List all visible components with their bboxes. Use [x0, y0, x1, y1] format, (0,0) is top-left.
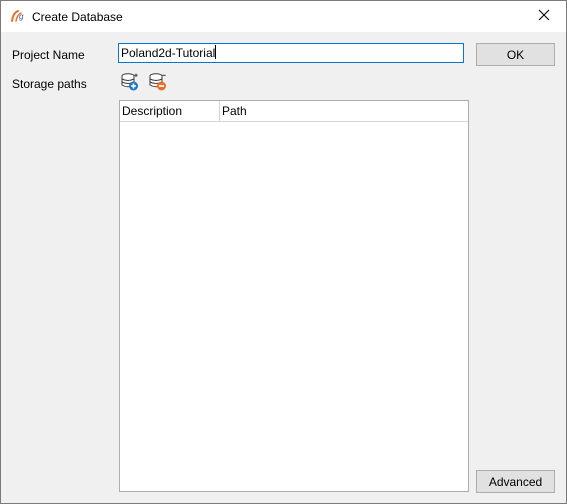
text-caret [215, 45, 217, 59]
table-header: Description Path [120, 101, 468, 122]
close-icon [538, 9, 550, 24]
column-header-path[interactable]: Path [220, 101, 468, 121]
advanced-button[interactable]: Advanced [476, 470, 555, 493]
title-bar: g Create Database [1, 1, 566, 32]
create-database-dialog: g Create Database Project Name Poland2d-… [0, 0, 567, 504]
svg-text:g: g [19, 12, 24, 21]
window-title: Create Database [32, 10, 123, 24]
storage-paths-label: Storage paths [12, 77, 87, 91]
project-name-label: Project Name [12, 48, 85, 62]
add-storage-path-button[interactable] [120, 72, 140, 95]
app-logo-icon: g [10, 9, 26, 23]
database-remove-icon [148, 72, 168, 95]
column-header-description[interactable]: Description [120, 101, 220, 121]
close-button[interactable] [521, 1, 566, 32]
ok-button[interactable]: OK [476, 43, 555, 66]
database-add-icon [120, 72, 140, 95]
project-name-value: Poland2d-Tutorial [121, 46, 216, 60]
advanced-button-label: Advanced [488, 474, 543, 489]
remove-storage-path-button[interactable] [148, 72, 168, 95]
storage-paths-table[interactable]: Description Path [119, 100, 469, 492]
ok-button-label: OK [506, 47, 525, 62]
project-name-input[interactable]: Poland2d-Tutorial [118, 43, 464, 63]
